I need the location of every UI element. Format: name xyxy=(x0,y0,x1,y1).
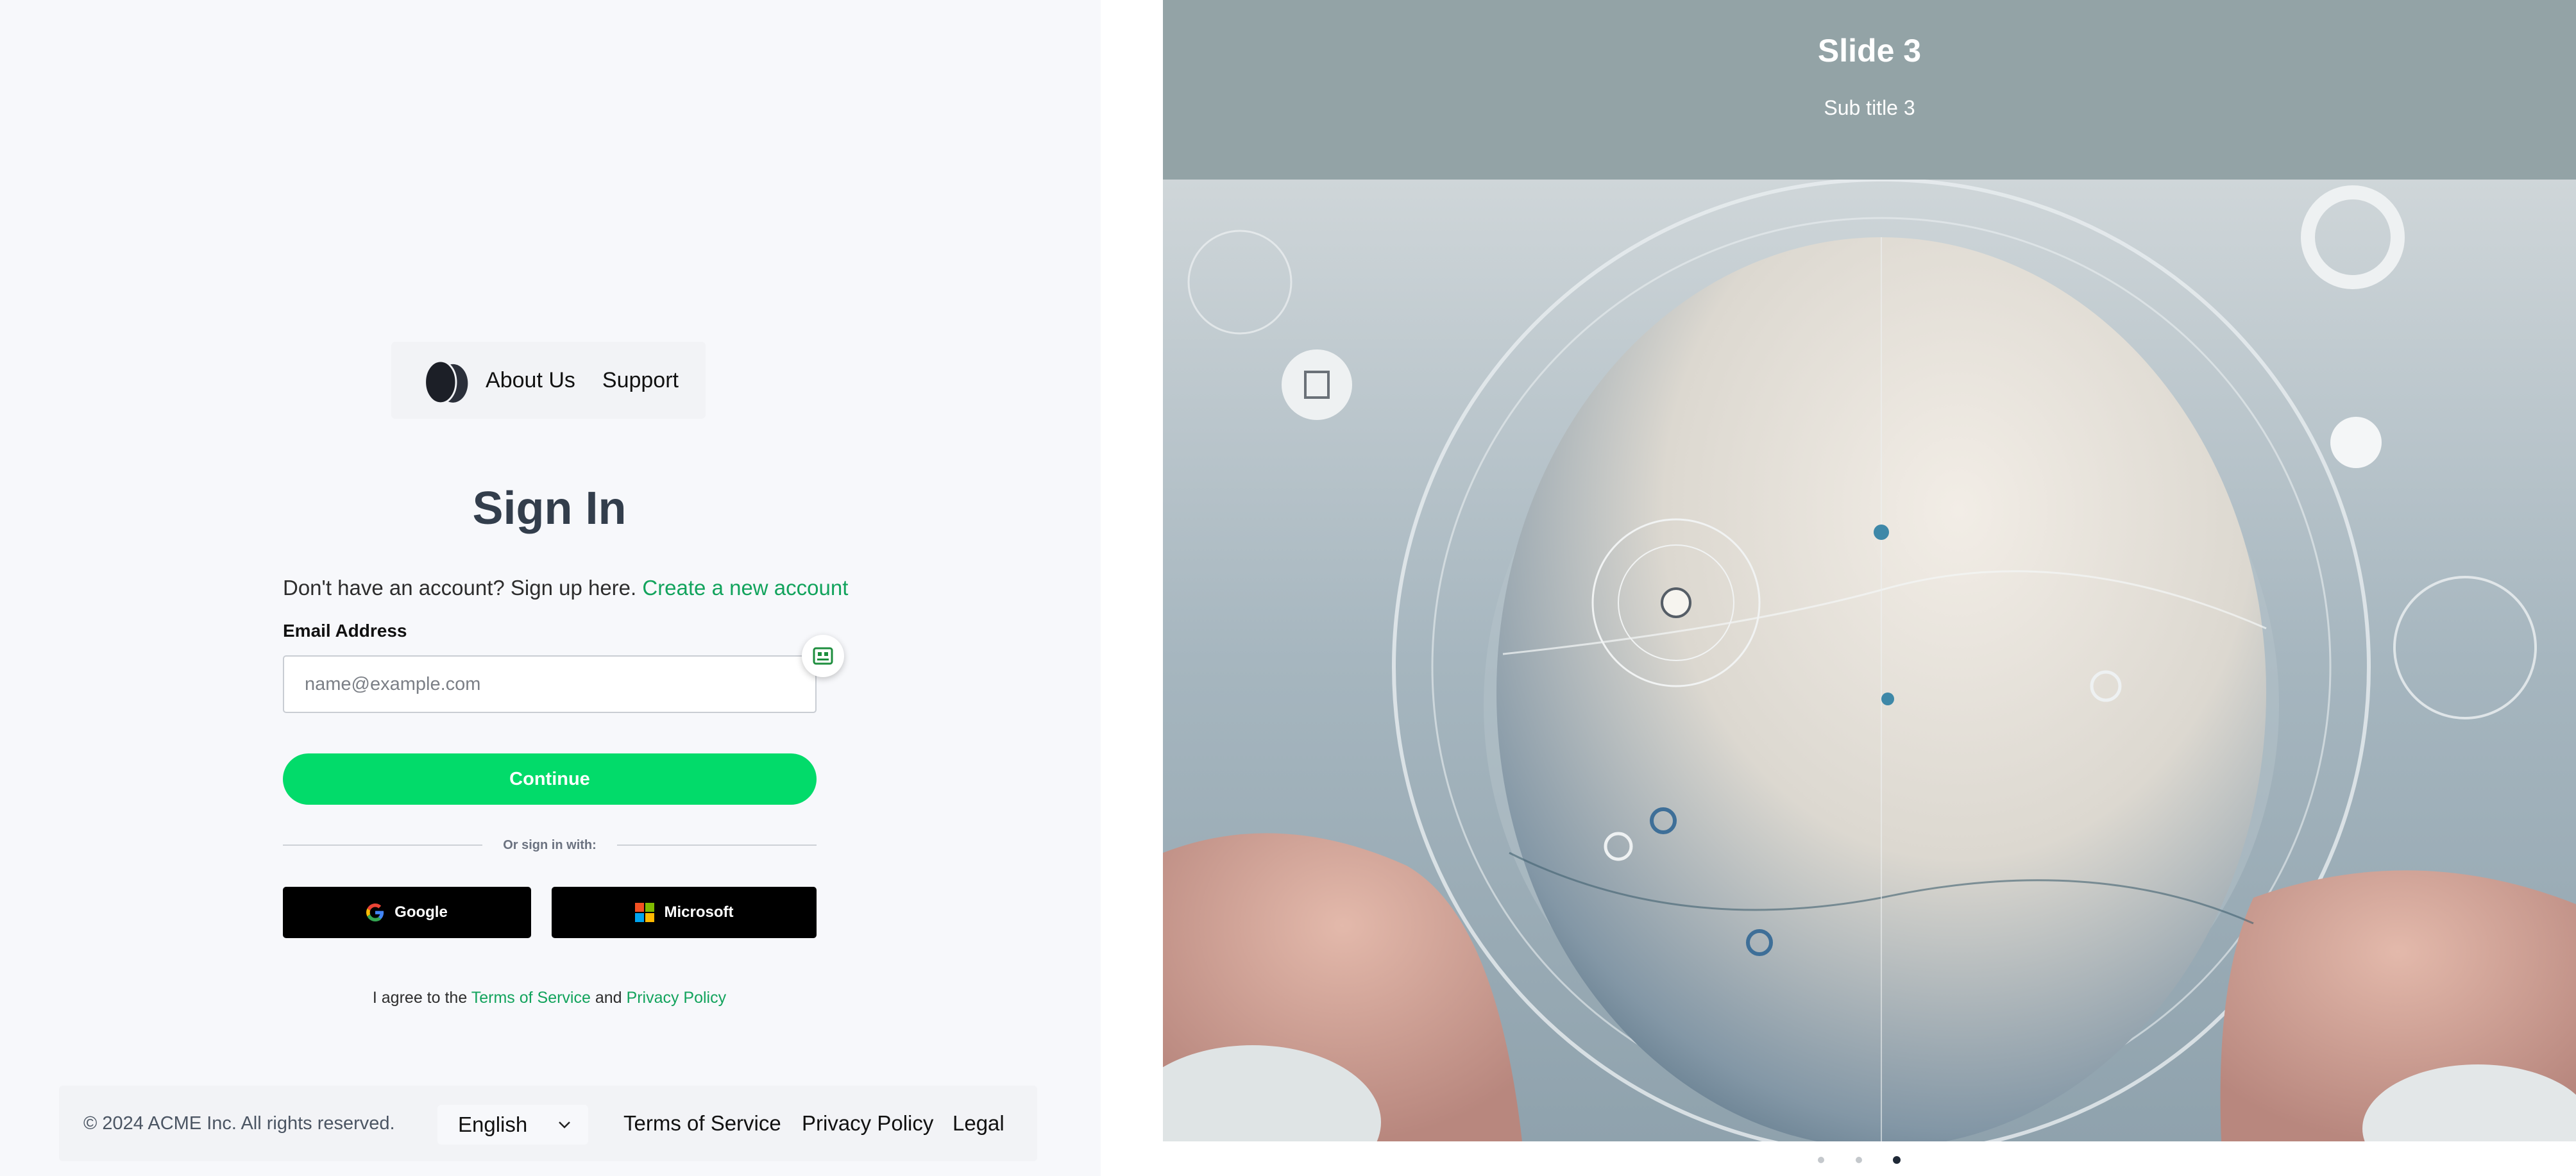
agree-prefix: I agree to the xyxy=(372,989,468,1007)
divider-text: Or sign in with: xyxy=(503,837,597,852)
create-account-link[interactable]: Create a new account xyxy=(642,576,848,600)
nav-link-support[interactable]: Support xyxy=(602,368,679,393)
agree-and: and xyxy=(595,989,622,1007)
signup-prompt: Don't have an account? Sign up here. Cre… xyxy=(283,576,848,600)
divider-line-left xyxy=(283,844,483,846)
google-signin-button[interactable]: Google xyxy=(283,887,531,938)
google-label: Google xyxy=(394,903,448,921)
carousel-slide: Slide 3 Sub title 3 xyxy=(1163,0,2576,1141)
microsoft-signin-button[interactable]: Microsoft xyxy=(552,887,817,938)
footer: © 2024 ACME Inc. All rights reserved. En… xyxy=(59,1086,1037,1161)
footer-legal-link[interactable]: Legal xyxy=(953,1086,1004,1161)
continue-button[interactable]: Continue xyxy=(283,753,817,805)
carousel-dot-2[interactable] xyxy=(1856,1157,1862,1163)
carousel-dots xyxy=(1818,1154,1914,1167)
terms-agreement: I agree to the Terms of Service and Priv… xyxy=(0,989,1099,1007)
microsoft-icon xyxy=(634,903,654,922)
nav-link-about-us[interactable]: About Us xyxy=(486,368,575,393)
language-value: English xyxy=(458,1113,528,1136)
copyright-text: © 2024 ACME Inc. All rights reserved. xyxy=(83,1113,395,1134)
signin-panel: About Us Support Sign In Don't have an a… xyxy=(0,0,1101,1176)
egg-logo-icon[interactable] xyxy=(418,351,474,409)
chevron-down-icon xyxy=(559,1121,570,1129)
page-title: Sign In xyxy=(472,483,627,534)
email-field[interactable] xyxy=(283,655,817,713)
google-icon xyxy=(366,903,384,921)
footer-privacy-link[interactable]: Privacy Policy xyxy=(802,1086,933,1161)
autofill-button[interactable] xyxy=(802,635,844,677)
carousel-dot-1[interactable] xyxy=(1818,1157,1824,1163)
slide-subtitle: Sub title 3 xyxy=(1824,96,1915,119)
carousel: Slide 3 Sub title 3 xyxy=(1101,0,2576,1176)
autofill-card-icon xyxy=(813,647,833,665)
carousel-dot-3[interactable] xyxy=(1893,1156,1901,1164)
divider-line-right xyxy=(616,844,817,846)
microsoft-label: Microsoft xyxy=(664,903,734,921)
language-select[interactable]: English xyxy=(437,1105,588,1145)
footer-terms-link[interactable]: Terms of Service xyxy=(623,1086,781,1161)
privacy-policy-link[interactable]: Privacy Policy xyxy=(627,989,727,1007)
egg-illustration xyxy=(1163,180,2576,1141)
top-nav: About Us Support xyxy=(391,342,706,419)
email-label: Email Address xyxy=(283,621,407,641)
social-divider: Or sign in with: xyxy=(283,837,817,853)
slide-title: Slide 3 xyxy=(1817,33,1922,69)
signup-prompt-text: Don't have an account? Sign up here. xyxy=(283,576,637,600)
terms-of-service-link[interactable]: Terms of Service xyxy=(471,989,591,1007)
